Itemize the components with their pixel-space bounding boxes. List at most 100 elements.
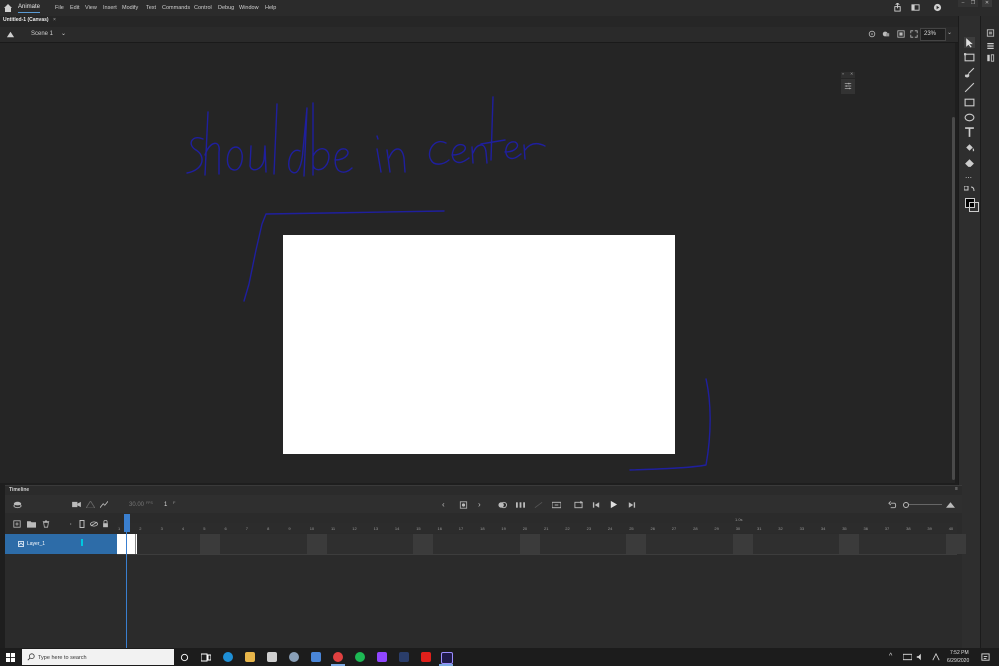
assets-panel-icon[interactable]: [986, 54, 995, 62]
menu-help[interactable]: Help: [265, 5, 276, 11]
clock-date[interactable]: 6/29/2020: [947, 658, 969, 664]
document-tab-close-icon[interactable]: ×: [53, 17, 56, 23]
menu-view[interactable]: View: [85, 5, 97, 11]
twitch-icon[interactable]: [377, 652, 387, 662]
clock-time[interactable]: 7:52 PM: [950, 650, 969, 656]
panel-close-icon[interactable]: ✕: [850, 71, 853, 76]
previous-keyframe-chevron-icon[interactable]: ‹: [442, 500, 445, 509]
lock-icon[interactable]: [102, 520, 109, 528]
file-explorer-icon[interactable]: [245, 652, 255, 662]
properties-panel-icon[interactable]: [986, 29, 995, 37]
next-keyframe-chevron-icon[interactable]: ›: [478, 500, 481, 509]
current-frame-value[interactable]: 1: [164, 502, 167, 508]
frame-cell-marker[interactable]: [945, 534, 966, 554]
delete-layer-icon[interactable]: [42, 520, 50, 528]
workspace-icon[interactable]: [911, 3, 920, 12]
fit-stage-icon[interactable]: [910, 30, 918, 38]
step-forward-icon[interactable]: [627, 501, 636, 509]
menu-control[interactable]: Control: [194, 5, 212, 11]
playhead-handle[interactable]: [124, 514, 130, 532]
chrome-icon[interactable]: [333, 652, 343, 662]
outline-icon[interactable]: [79, 520, 85, 528]
paint-bucket-tool-icon[interactable]: [964, 142, 975, 153]
scene-label[interactable]: Scene 1: [31, 31, 53, 37]
timeline-menu-icon[interactable]: ≡: [955, 486, 958, 492]
zoom-field[interactable]: 23%: [920, 28, 946, 41]
floating-panel-header[interactable]: « ✕: [841, 71, 855, 78]
menu-edit[interactable]: Edit: [70, 5, 79, 11]
scene-dropdown-chevron-down-icon[interactable]: ⌄: [61, 30, 66, 37]
camera-icon[interactable]: [72, 501, 81, 508]
frame-cell-marker[interactable]: [306, 534, 327, 554]
adobe-cc-icon[interactable]: [421, 652, 431, 662]
fill-color-swatch[interactable]: [969, 202, 979, 212]
oval-tool-icon[interactable]: [964, 112, 975, 123]
layer-name[interactable]: Layer_1: [27, 541, 45, 547]
menu-insert[interactable]: Insert: [103, 5, 117, 11]
properties-sliders-icon[interactable]: [844, 82, 852, 90]
close-window-button[interactable]: ✕: [982, 0, 992, 7]
new-folder-icon[interactable]: [27, 520, 36, 528]
layer-depth-icon[interactable]: [86, 501, 95, 508]
eraser-tool-icon[interactable]: [964, 157, 975, 168]
layer-highlight-icon[interactable]: •: [70, 521, 71, 526]
step-back-icon[interactable]: [592, 501, 601, 509]
animate-app-icon[interactable]: [441, 652, 453, 664]
edge-icon[interactable]: [223, 652, 233, 662]
timeline-zoom-slider-handle[interactable]: [903, 502, 909, 508]
menu-commands[interactable]: Commands: [162, 5, 190, 11]
mail-icon[interactable]: [311, 652, 321, 662]
frame-cell-marker[interactable]: [519, 534, 540, 554]
free-transform-tool-icon[interactable]: [964, 52, 975, 63]
app-name-tab[interactable]: Animate: [18, 4, 41, 13]
panel-collapse-icon[interactable]: «: [842, 71, 844, 76]
stage-vertical-scrollbar[interactable]: [952, 117, 955, 480]
edit-scene-icon[interactable]: [6, 30, 15, 39]
network-icon[interactable]: [903, 653, 912, 661]
frame-cell-marker[interactable]: [839, 534, 860, 554]
menu-file[interactable]: File: [55, 5, 64, 11]
language-icon[interactable]: [932, 653, 940, 661]
home-icon[interactable]: [3, 3, 13, 13]
frame-cell-marker[interactable]: [732, 534, 753, 554]
more-tools-icon[interactable]: ⋯: [965, 174, 972, 182]
fit-timeline-icon[interactable]: [946, 501, 955, 509]
frame-ruler[interactable]: [117, 523, 957, 533]
brush-tool-icon[interactable]: [964, 67, 975, 78]
line-tool-icon[interactable]: [964, 82, 975, 93]
volume-icon[interactable]: [916, 653, 924, 661]
menu-text[interactable]: Text: [146, 5, 156, 11]
frame-cell-marker[interactable]: [626, 534, 647, 554]
play-icon[interactable]: [609, 500, 618, 509]
insert-classic-tween-icon[interactable]: [552, 501, 561, 509]
timeline-zoom-slider-track[interactable]: [909, 504, 942, 505]
insert-keyframe-icon[interactable]: [459, 501, 468, 509]
zoom-dropdown-chevron-down-icon[interactable]: ⌄: [947, 29, 952, 36]
swap-colors-icon[interactable]: [964, 186, 976, 192]
clip-content-icon[interactable]: [897, 30, 905, 38]
edit-symbols-icon[interactable]: [882, 30, 890, 38]
playhead-line[interactable]: [126, 514, 127, 648]
windows-start-icon[interactable]: [6, 653, 15, 662]
new-layer-icon[interactable]: [13, 520, 21, 528]
notifications-icon[interactable]: [981, 653, 990, 662]
undo-zoom-icon[interactable]: [888, 501, 897, 509]
graph-icon[interactable]: [100, 501, 108, 508]
document-tab[interactable]: Untitled-1 (Canvas) ×: [3, 17, 56, 23]
frame-cell-marker[interactable]: [200, 534, 221, 554]
selection-tool-icon[interactable]: [964, 37, 975, 48]
layers-icon[interactable]: [13, 500, 22, 509]
center-stage-icon[interactable]: [868, 30, 876, 38]
weather-icon[interactable]: [289, 652, 299, 662]
spotify-icon[interactable]: [355, 652, 365, 662]
visibility-eye-icon[interactable]: [90, 521, 98, 527]
keyframe-1[interactable]: [117, 534, 137, 554]
store-icon[interactable]: [267, 652, 277, 662]
minimize-button[interactable]: –: [958, 0, 968, 7]
layer-row[interactable]: Layer_1: [5, 534, 117, 554]
loop-icon[interactable]: [574, 501, 583, 509]
library-panel-icon[interactable]: [986, 42, 995, 50]
show-hidden-icons-chevron-icon[interactable]: ^: [889, 653, 892, 660]
menu-window[interactable]: Window: [239, 5, 259, 11]
frame-cell-marker[interactable]: [413, 534, 434, 554]
